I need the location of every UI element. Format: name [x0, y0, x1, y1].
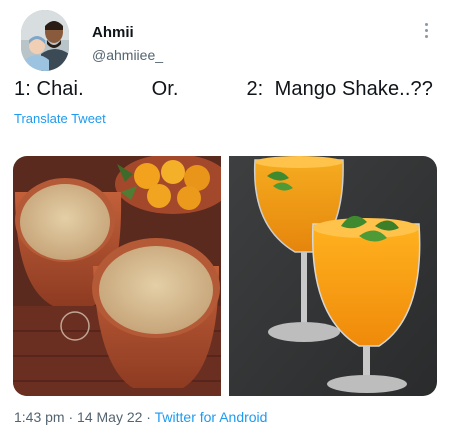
tweet-text: 1: Chai. Or. 2: Mango Shake..?? — [14, 78, 433, 100]
more-options-icon[interactable] — [420, 20, 432, 40]
tweet-meta: 1:43 pm · 14 May 22 · Twitter for Androi… — [14, 409, 267, 425]
media-photo-1[interactable] — [13, 156, 231, 396]
tweet-media — [13, 156, 437, 396]
avatar[interactable] — [21, 10, 69, 71]
display-name[interactable]: Ahmii — [92, 24, 134, 41]
chai-kulhad-photo-icon — [13, 156, 231, 396]
meta-separator: · — [64, 409, 78, 425]
meta-separator: · — [142, 409, 155, 425]
mango-shake-photo-icon — [229, 156, 437, 396]
tweet-time: 1:43 pm — [14, 409, 65, 425]
user-handle[interactable]: @ahmiiee_ — [92, 47, 163, 63]
media-photo-2[interactable] — [229, 156, 437, 396]
translate-tweet-link[interactable]: Translate Tweet — [14, 111, 106, 126]
tweet-source-link[interactable]: Twitter for Android — [155, 409, 268, 425]
tweet-date: 14 May 22 — [77, 409, 143, 425]
profile-photo-icon — [21, 10, 69, 71]
